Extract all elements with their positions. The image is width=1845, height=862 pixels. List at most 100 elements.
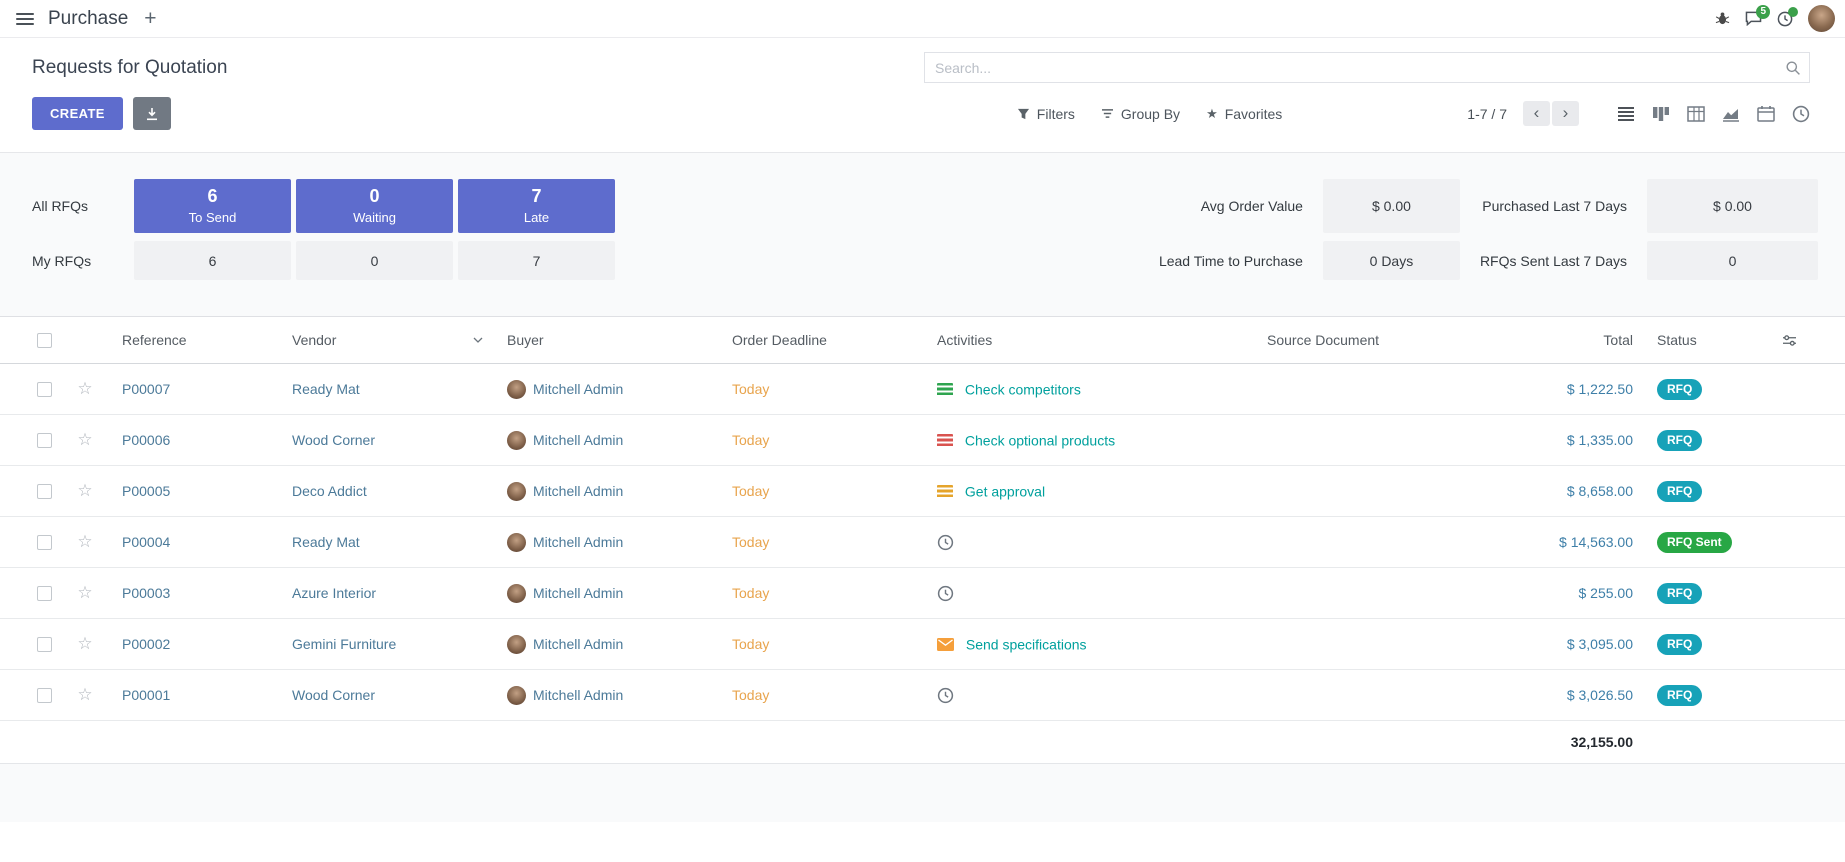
search-icon[interactable]	[1785, 60, 1801, 76]
buyer-link[interactable]: Mitchell Admin	[533, 585, 623, 601]
waiting-card[interactable]: 0 Waiting	[296, 179, 453, 233]
reference-link[interactable]: P00005	[122, 483, 170, 499]
pager-previous-button[interactable]: ‹	[1523, 101, 1550, 126]
quick-add-icon[interactable]: +	[144, 8, 156, 29]
user-avatar[interactable]	[1808, 5, 1835, 32]
column-header-total[interactable]: Total	[1500, 317, 1645, 364]
table-row[interactable]: ☆ P00004 Ready Mat Mitchell Admin Today …	[0, 517, 1845, 568]
my-rfqs-label[interactable]: My RFQs	[32, 241, 129, 280]
apps-menu-icon[interactable]	[16, 13, 34, 25]
activities-systray-icon[interactable]	[1777, 11, 1793, 27]
row-checkbox[interactable]	[37, 433, 52, 448]
filters-button[interactable]: Filters	[1017, 106, 1075, 122]
favorites-button[interactable]: ★ Favorites	[1206, 106, 1282, 122]
buyer-link[interactable]: Mitchell Admin	[533, 432, 623, 448]
reference-link[interactable]: P00003	[122, 585, 170, 601]
search-input[interactable]	[925, 53, 1809, 82]
graph-view-button[interactable]	[1722, 106, 1740, 122]
table-row[interactable]: ☆ P00006 Wood Corner Mitchell Admin Toda…	[0, 415, 1845, 466]
to-send-card[interactable]: 6 To Send	[134, 179, 291, 233]
favorite-star-icon[interactable]: ☆	[77, 634, 92, 653]
buyer-link[interactable]: Mitchell Admin	[533, 687, 623, 703]
column-header-order-deadline[interactable]: Order Deadline	[720, 317, 925, 364]
favorite-star-icon[interactable]: ☆	[77, 685, 92, 704]
row-checkbox[interactable]	[37, 586, 52, 601]
late-card[interactable]: 7 Late	[458, 179, 615, 233]
search-box[interactable]	[924, 52, 1810, 83]
activity-list-icon[interactable]	[937, 434, 953, 447]
table-row[interactable]: ☆ P00001 Wood Corner Mitchell Admin Toda…	[0, 670, 1845, 721]
vendor-link[interactable]: Ready Mat	[292, 381, 360, 397]
column-header-vendor[interactable]: Vendor	[280, 317, 495, 364]
activity-link[interactable]: Check optional products	[965, 433, 1115, 449]
control-panel: Requests for Quotation CREATE Filters	[0, 38, 1845, 153]
app-name[interactable]: Purchase	[48, 8, 128, 30]
row-checkbox[interactable]	[37, 637, 52, 652]
activity-link[interactable]: Get approval	[965, 484, 1045, 500]
favorite-star-icon[interactable]: ☆	[77, 430, 92, 449]
activity-list-icon[interactable]	[937, 485, 953, 498]
create-button[interactable]: CREATE	[32, 97, 123, 130]
favorite-star-icon[interactable]: ☆	[77, 532, 92, 551]
vendor-link[interactable]: Deco Addict	[292, 483, 367, 499]
buyer-link[interactable]: Mitchell Admin	[533, 534, 623, 550]
activity-list-icon[interactable]	[937, 383, 953, 396]
column-header-buyer[interactable]: Buyer	[495, 317, 720, 364]
optional-columns-button[interactable]	[1770, 317, 1845, 364]
activity-view-button[interactable]	[1792, 105, 1810, 123]
my-waiting-card[interactable]: 0	[296, 241, 453, 280]
reference-link[interactable]: P00002	[122, 636, 170, 652]
row-checkbox[interactable]	[37, 688, 52, 703]
pivot-view-button[interactable]	[1687, 106, 1705, 122]
export-all-button[interactable]	[133, 97, 171, 130]
table-row[interactable]: ☆ P00005 Deco Addict Mitchell Admin Toda…	[0, 466, 1845, 517]
row-checkbox[interactable]	[37, 535, 52, 550]
column-header-activities[interactable]: Activities	[925, 317, 1255, 364]
row-star-cell: ☆	[60, 415, 110, 466]
buyer-avatar	[507, 686, 526, 705]
activity-clock-icon[interactable]	[937, 585, 954, 602]
table-row[interactable]: ☆ P00007 Ready Mat Mitchell Admin Today …	[0, 364, 1845, 415]
activity-clock-icon[interactable]	[937, 534, 954, 551]
buyer-avatar	[507, 482, 526, 501]
calendar-view-button[interactable]	[1757, 105, 1775, 122]
my-late-card[interactable]: 7	[458, 241, 615, 280]
activity-link[interactable]: Check competitors	[965, 382, 1081, 398]
vendor-link[interactable]: Ready Mat	[292, 534, 360, 550]
vendor-link[interactable]: Gemini Furniture	[292, 636, 396, 652]
list-view-button[interactable]	[1617, 106, 1635, 122]
messages-icon[interactable]: 5	[1745, 11, 1762, 26]
reference-link[interactable]: P00006	[122, 432, 170, 448]
favorite-star-icon[interactable]: ☆	[77, 583, 92, 602]
vendor-link[interactable]: Azure Interior	[292, 585, 376, 601]
buyer-link[interactable]: Mitchell Admin	[533, 381, 623, 397]
buyer-link[interactable]: Mitchell Admin	[533, 636, 623, 652]
kanban-view-button[interactable]	[1652, 106, 1670, 122]
table-row[interactable]: ☆ P00002 Gemini Furniture Mitchell Admin…	[0, 619, 1845, 670]
column-header-status[interactable]: Status	[1645, 317, 1770, 364]
vendor-link[interactable]: Wood Corner	[292, 432, 375, 448]
activity-link[interactable]: Send specifications	[966, 637, 1087, 653]
reference-link[interactable]: P00001	[122, 687, 170, 703]
buyer-link[interactable]: Mitchell Admin	[533, 483, 623, 499]
group-by-button[interactable]: Group By	[1101, 106, 1180, 122]
row-checkbox[interactable]	[37, 484, 52, 499]
debug-bug-icon[interactable]	[1715, 11, 1730, 26]
reference-link[interactable]: P00004	[122, 534, 170, 550]
favorite-star-icon[interactable]: ☆	[77, 481, 92, 500]
page-title: Requests for Quotation	[32, 54, 227, 82]
vendor-link[interactable]: Wood Corner	[292, 687, 375, 703]
column-header-reference[interactable]: Reference	[110, 317, 280, 364]
select-all-checkbox[interactable]	[37, 333, 52, 348]
row-checkbox[interactable]	[37, 382, 52, 397]
to-send-count: 6	[207, 187, 217, 207]
my-to-send-card[interactable]: 6	[134, 241, 291, 280]
all-rfqs-label[interactable]: All RFQs	[32, 179, 129, 233]
activity-clock-icon[interactable]	[937, 687, 954, 704]
pager-next-button[interactable]: ›	[1552, 101, 1579, 126]
table-row[interactable]: ☆ P00003 Azure Interior Mitchell Admin T…	[0, 568, 1845, 619]
activity-email-icon[interactable]	[937, 638, 954, 651]
favorite-star-icon[interactable]: ☆	[77, 379, 92, 398]
column-header-source-document[interactable]: Source Document	[1255, 317, 1500, 364]
reference-link[interactable]: P00007	[122, 381, 170, 397]
